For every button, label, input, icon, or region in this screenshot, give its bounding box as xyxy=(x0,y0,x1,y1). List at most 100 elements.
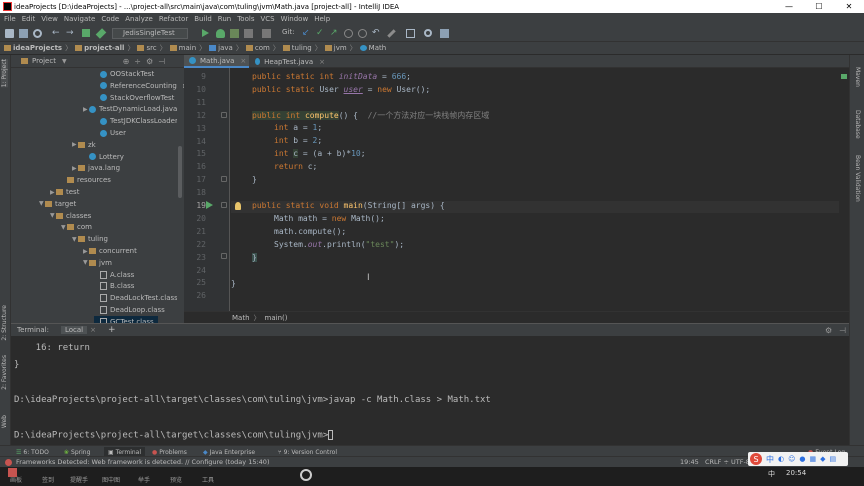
tree-item[interactable]: OOStackTest xyxy=(94,68,154,80)
player-item[interactable]: 举手 xyxy=(138,475,150,484)
player-item[interactable]: 画板 xyxy=(10,475,22,484)
add-terminal-button[interactable]: + xyxy=(108,325,116,335)
run-icon[interactable] xyxy=(202,29,209,37)
menu-window[interactable]: Window xyxy=(281,15,309,23)
menu-view[interactable]: View xyxy=(41,15,58,23)
open-icon[interactable] xyxy=(5,29,14,38)
tree-item[interactable]: User xyxy=(94,127,126,139)
player-item[interactable]: 预览 xyxy=(170,475,182,484)
code-editor[interactable]: public static int initData = 666; public… xyxy=(231,68,849,311)
wrench-icon[interactable] xyxy=(387,29,396,38)
hide-icon[interactable]: ⊣ xyxy=(839,326,846,335)
web-tool-tab[interactable]: Web xyxy=(1,415,8,428)
ime-logo-icon[interactable]: S xyxy=(750,453,762,465)
tree-item[interactable]: DeadLockTest.class xyxy=(94,292,178,304)
crumb-src[interactable]: src 〉 xyxy=(137,43,167,53)
project-tool-tab[interactable]: 1: Project xyxy=(1,59,8,88)
coverage-icon[interactable] xyxy=(230,29,239,38)
crumb-class-math[interactable]: Math xyxy=(232,314,250,322)
menu-tools[interactable]: Tools xyxy=(237,15,254,23)
git-commit-icon[interactable]: ✓ xyxy=(316,29,325,38)
hammer-icon[interactable] xyxy=(95,28,107,39)
gear-icon[interactable]: ⚙ xyxy=(825,326,832,335)
menu-file[interactable]: File xyxy=(4,15,16,23)
line-separator[interactable]: CRLF ÷ xyxy=(705,458,729,466)
rollback-icon[interactable]: ↶ xyxy=(372,29,381,38)
caret-position[interactable]: 19:45 xyxy=(680,458,699,466)
debug-icon[interactable] xyxy=(216,29,225,38)
bean-validation-tool-tab[interactable]: Bean Validation xyxy=(854,155,861,202)
crumb-tuling[interactable]: tuling 〉 xyxy=(282,43,322,53)
fold-icon[interactable] xyxy=(221,112,227,118)
player-item[interactable]: 签到 xyxy=(42,475,54,484)
minimize-button[interactable]: — xyxy=(774,0,804,13)
tree-item[interactable]: A.class xyxy=(94,269,134,281)
ime-menu-icon[interactable]: ▤ xyxy=(830,455,837,463)
tree-item[interactable]: ReferenceCountingGc xyxy=(94,80,184,92)
tree-item[interactable]: ▶ zk xyxy=(72,139,96,151)
ime-punct-icon[interactable]: ◐ xyxy=(778,455,784,463)
favorites-tool-tab[interactable]: 2: Favorites xyxy=(1,355,8,390)
menu-edit[interactable]: Edit xyxy=(22,15,36,23)
tree-item[interactable]: DeadLoop.class xyxy=(94,304,165,316)
status-message[interactable]: Frameworks Detected: Web framework is de… xyxy=(16,458,269,466)
settings-icon[interactable] xyxy=(440,29,449,38)
player-item[interactable]: 提醒手 xyxy=(70,475,88,484)
database-tool-tab[interactable]: Database xyxy=(854,110,861,139)
crumb-ideaprojects[interactable]: ideaProjects 〉 xyxy=(4,43,72,53)
tree-item[interactable]: ▼ com xyxy=(61,221,92,233)
tab-math-java[interactable]: Math.java × xyxy=(184,55,249,68)
crumb-project-all[interactable]: project-all 〉 xyxy=(75,43,134,53)
save-all-icon[interactable] xyxy=(19,29,28,38)
close-icon[interactable]: × xyxy=(240,57,246,65)
tree-item[interactable]: ▶ test xyxy=(50,186,79,198)
close-icon[interactable]: × xyxy=(319,58,325,66)
terminal-tab-local[interactable]: Local xyxy=(60,326,88,334)
close-icon[interactable]: × xyxy=(90,326,96,334)
tree-item[interactable]: ▶ java.lang xyxy=(72,162,120,174)
stop-icon[interactable] xyxy=(244,29,253,38)
menu-vcs[interactable]: VCS xyxy=(260,15,274,23)
tree-item[interactable]: ▼ jvm xyxy=(83,257,112,269)
crumb-main[interactable]: main 〉 xyxy=(169,43,206,53)
tree-item[interactable]: StackOverflowTest xyxy=(94,92,174,104)
git-update-icon[interactable]: ↙ xyxy=(302,29,311,38)
tree-item[interactable]: ▶ concurrent xyxy=(83,245,137,257)
tree-item[interactable]: B.class xyxy=(94,280,134,292)
ime-keyboard-icon[interactable]: ▦ xyxy=(810,455,817,463)
crumb-math[interactable]: Math xyxy=(359,44,386,52)
power-icon[interactable] xyxy=(300,469,312,481)
menu-help[interactable]: Help xyxy=(314,15,330,23)
git-push-icon[interactable]: ↗ xyxy=(330,29,339,38)
menu-build[interactable]: Build xyxy=(194,15,212,23)
search-icon[interactable] xyxy=(424,29,432,37)
maximize-button[interactable]: ☐ xyxy=(804,0,834,13)
history-icon[interactable] xyxy=(344,29,353,38)
crumb-method-main[interactable]: main() xyxy=(265,314,288,322)
tree-item[interactable]: Lottery xyxy=(83,151,124,163)
run-config-select[interactable]: JedisSingleTest xyxy=(112,28,188,39)
build-icon[interactable] xyxy=(82,29,90,37)
tree-item[interactable]: resources xyxy=(61,174,111,186)
tree-item[interactable]: ▼ tuling xyxy=(72,233,108,245)
menu-run[interactable]: Run xyxy=(218,15,231,23)
player-item[interactable]: 工具 xyxy=(202,475,214,484)
fold-icon[interactable] xyxy=(221,253,227,259)
crumb-com[interactable]: com 〉 xyxy=(245,43,280,53)
maven-tool-tab[interactable]: Maven xyxy=(854,67,861,87)
clock-icon[interactable] xyxy=(358,29,367,38)
ime-language-indicator[interactable]: 中 xyxy=(768,469,775,479)
ime-language[interactable]: 中 xyxy=(766,454,774,465)
structure-icon[interactable] xyxy=(406,29,415,38)
menu-refactor[interactable]: Refactor xyxy=(159,15,188,23)
tree-item[interactable]: ▶ TestDynamicLoad.java xyxy=(83,103,177,115)
menu-code[interactable]: Code xyxy=(101,15,119,23)
collapse-icon[interactable]: ÷ xyxy=(134,57,141,66)
editor-scrollbar[interactable] xyxy=(839,68,849,311)
sync-icon[interactable] xyxy=(33,29,42,38)
warning-icon[interactable] xyxy=(5,459,12,466)
tree-scrollbar[interactable] xyxy=(177,68,183,324)
tree-item[interactable]: TestJDKClassLoader xyxy=(94,115,178,127)
fold-icon[interactable] xyxy=(221,202,227,208)
target-icon[interactable]: ⊕ xyxy=(123,57,130,66)
